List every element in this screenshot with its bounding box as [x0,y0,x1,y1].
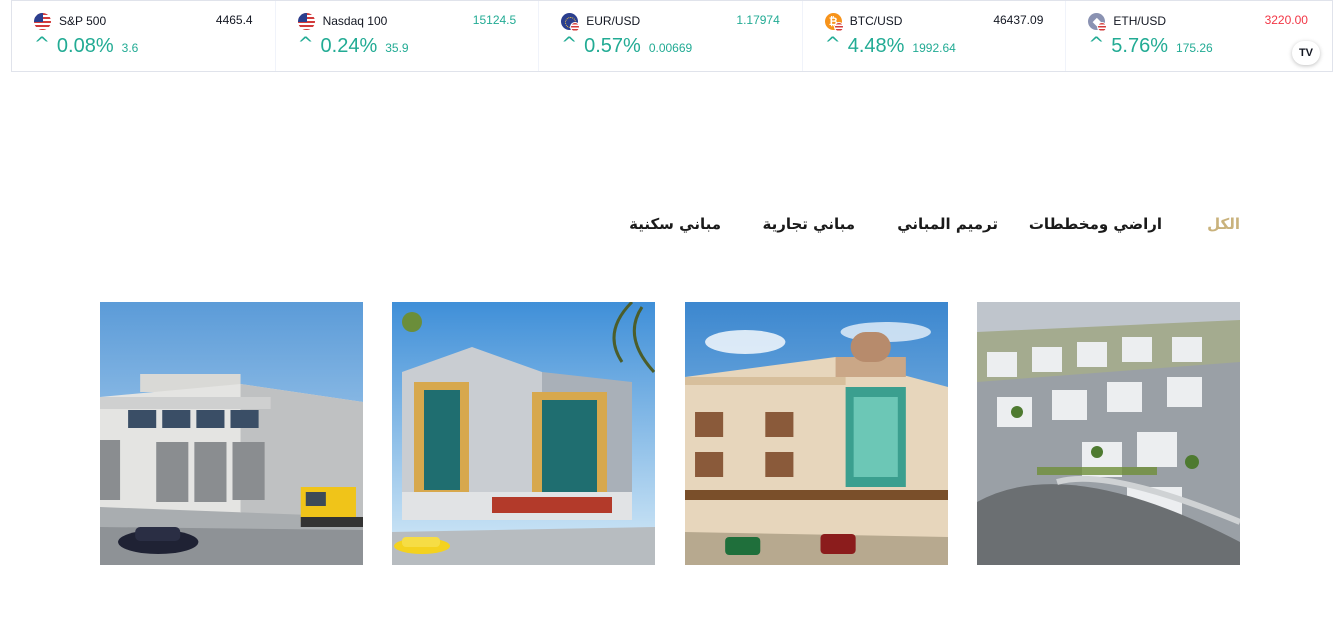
ticker-item-btcusd[interactable]: ₿ BTC/USD 46437.09 ^ 4.48% 1992.64 [803,1,1067,71]
warehouse-building-image[interactable] [100,302,363,565]
up-arrow-icon: ^ [824,33,841,55]
ticker-change-value: 35.9 [385,41,409,55]
residential-building-image[interactable] [685,302,948,565]
ticker-symbol: Nasdaq 100 [322,14,388,28]
ticker-change-percent: 0.08% [56,35,114,57]
ticker-price: 3220.00 [1264,13,1308,27]
filter-tab-building-restoration[interactable]: ترميم المباني [897,215,998,233]
ticker-change-value: 3.6 [121,41,139,55]
ticker-change-percent: 0.24% [320,35,378,57]
ticker-price: 46437.09 [993,13,1044,27]
ticker-change-value: 1992.64 [912,41,956,55]
ticker-symbol: BTC/USD [849,14,903,28]
ticker-item-ethusd[interactable]: ◆ ETH/USD 3220.00 ^ 5.76% 175.26 TV [1066,1,1330,71]
ticker-change-value: 175.26 [1176,41,1213,55]
ethereum-icon: ◆ [1088,12,1108,32]
filter-tab-residential-buildings[interactable]: مباني سكنية [629,215,721,233]
up-arrow-icon: ^ [297,33,314,55]
ticker-change-value: 0.00669 [648,41,693,55]
ticker-price: 1.17974 [736,13,780,27]
bitcoin-icon: ₿ [824,12,844,32]
ticker-item-nasdaq100[interactable]: Nasdaq 100 15124.5 ^ 0.24% 35.9 [276,1,540,71]
filter-tab-commercial-buildings[interactable]: مباني تجارية [762,215,855,233]
villas-compound-image[interactable] [977,302,1240,565]
up-arrow-icon: ^ [34,33,50,55]
ticker-tape: S&P 500 4465.4 ^ 0.08% 3.6 Nasdaq 100 15… [11,0,1333,72]
project-gallery [100,302,1240,565]
ticker-change-percent: 0.57% [584,35,641,57]
up-arrow-icon: ^ [1088,33,1105,55]
filter-tab-all[interactable]: الكل [1207,215,1240,233]
ticker-price: 15124.5 [472,13,517,27]
ticker-item-sp500[interactable]: S&P 500 4465.4 ^ 0.08% 3.6 [12,1,276,71]
eu-us-flag-icon [561,12,581,32]
us-flag-icon [297,12,315,30]
up-arrow-icon: ^ [561,33,578,55]
ticker-symbol: S&P 500 [59,14,107,28]
ticker-change-percent: 4.48% [847,35,905,57]
portfolio-filter-tabs: الكل اراضي ومخططات ترميم المباني مباني ت… [0,215,1343,243]
ticker-symbol: EUR/USD [586,14,641,28]
filter-tab-lands-plans[interactable]: اراضي ومخططات [1029,215,1162,233]
tradingview-logo-icon[interactable]: TV [1291,41,1320,65]
ticker-symbol: ETH/USD [1113,14,1167,28]
us-flag-icon [34,12,51,30]
ticker-price: 4465.4 [215,13,253,27]
ticker-item-eurusd[interactable]: EUR/USD 1.17974 ^ 0.57% 0.00669 [539,1,803,71]
ticker-change-percent: 5.76% [1111,35,1169,57]
commercial-tower-image[interactable] [392,302,655,565]
